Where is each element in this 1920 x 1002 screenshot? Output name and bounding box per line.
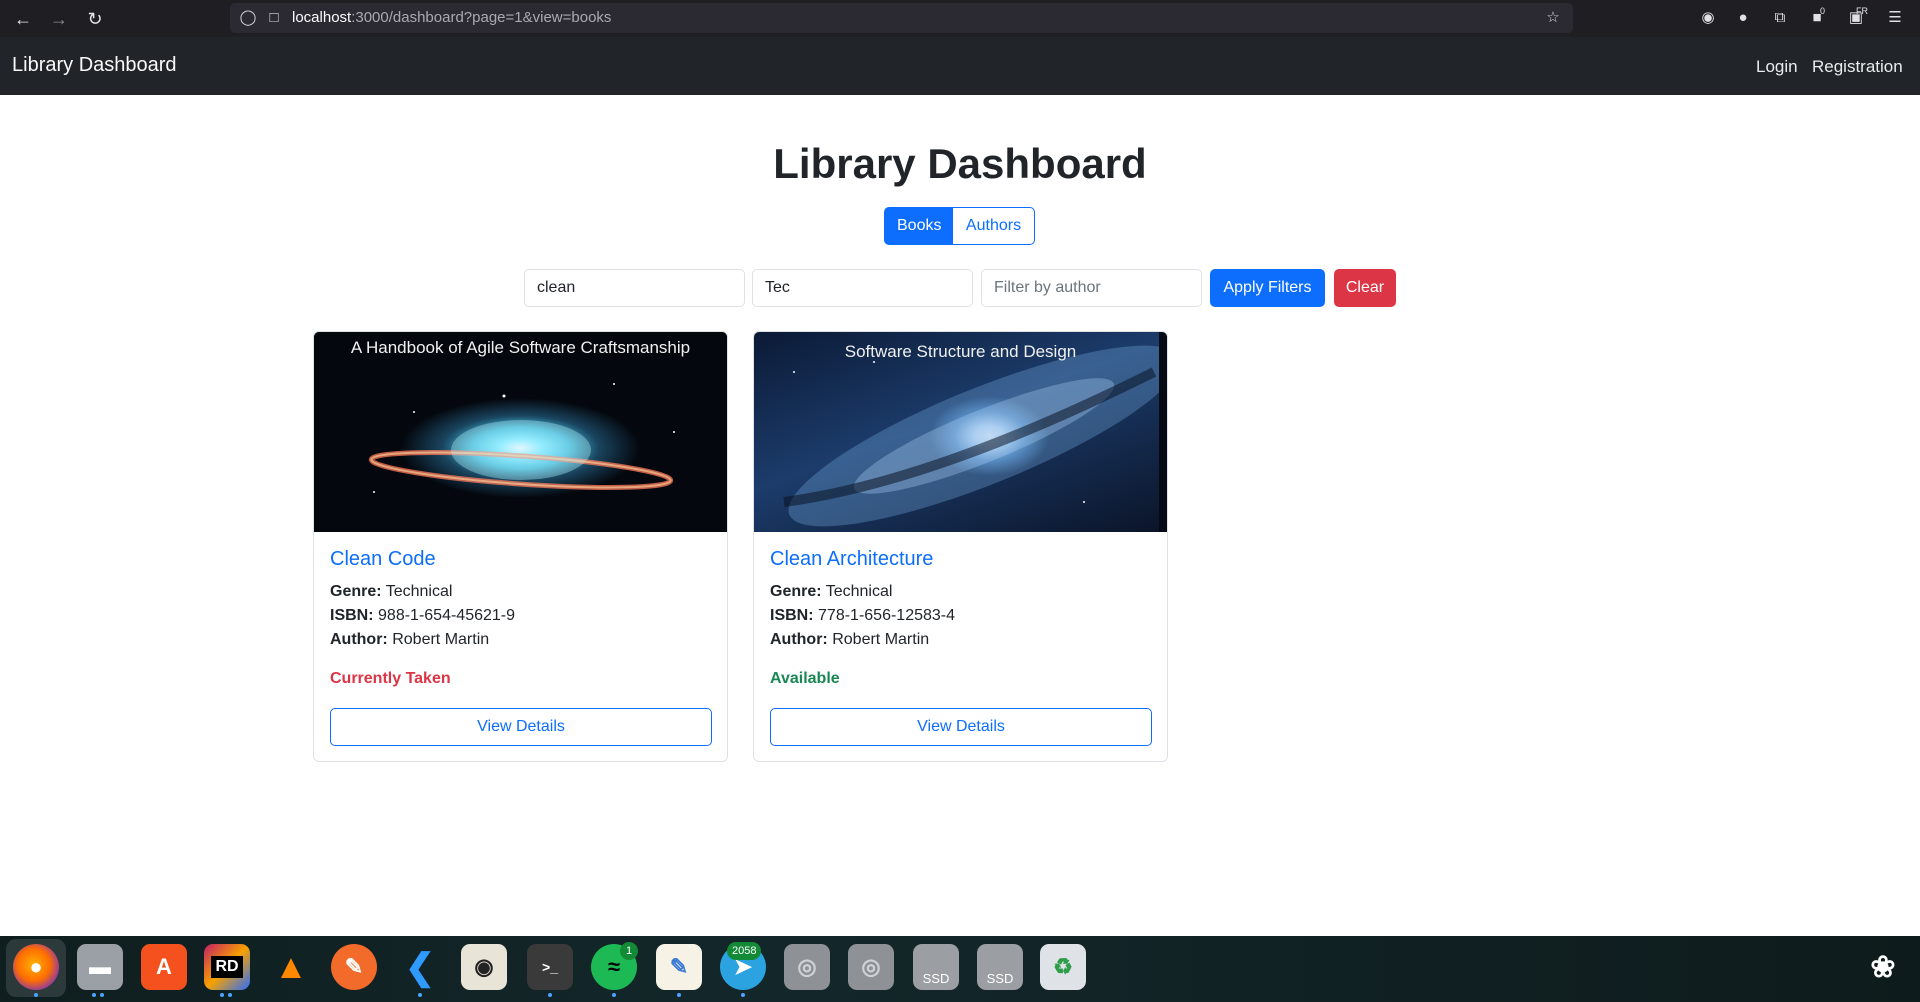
isbn-label: ISBN: [330, 607, 374, 624]
genre-filter-input[interactable] [752, 269, 973, 307]
extension-badge-icon[interactable]: ■ 0 [1806, 6, 1828, 29]
extension-fr-icon[interactable]: ▣ FR [1845, 6, 1868, 29]
book-isbn: ISBN: 988-1-654-45621-9 [330, 607, 515, 625]
vscode-icon[interactable]: ❮ [397, 944, 443, 990]
files-icon[interactable]: ▬ [77, 944, 123, 990]
ssd-icon[interactable]: SSD [913, 944, 959, 990]
telegram-badge: 2058 [727, 942, 762, 960]
book-isbn: ISBN: 778-1-656-12583-4 [770, 607, 955, 625]
app-center-icon[interactable]: A [141, 944, 187, 990]
extension-badge-count: 0 [1820, 6, 1826, 16]
clear-button[interactable]: Clear [1334, 269, 1396, 307]
url-path: :3000/dashboard?page=1&view=books [351, 9, 612, 26]
cover-caption: Software Structure and Design [844, 342, 1077, 361]
navbar-brand[interactable]: Library Dashboard [12, 54, 177, 77]
extensions-icon[interactable]: ⧉ [1769, 7, 1791, 29]
rider-icon[interactable]: RD [204, 944, 250, 990]
ssd-icon-2[interactable]: SSD [977, 944, 1023, 990]
rider-label: RD [211, 956, 243, 978]
running-indicator [418, 993, 422, 997]
isbn-value: 778-1-656-12583-4 [818, 607, 956, 624]
book-status: Available [770, 670, 840, 687]
disk-icon-2[interactable]: ◎ [848, 944, 894, 990]
view-details-button[interactable]: View Details [770, 708, 1152, 746]
browser-toolbar: ← → ↻ ◯ □ localhost:3000/dashboard?page=… [0, 0, 1920, 37]
text-editor-icon[interactable]: ✎ [656, 944, 702, 990]
tab-books[interactable]: Books [884, 207, 953, 245]
forward-icon[interactable]: → [46, 6, 72, 32]
star-icon[interactable]: ☆ [1543, 8, 1563, 28]
book-card: Software Structure and Design Clean Arch… [753, 331, 1168, 762]
terminal-icon[interactable]: >_ [527, 944, 573, 990]
book-genre: Genre: Technical [770, 583, 892, 601]
firefox-icon[interactable]: ● [13, 944, 59, 990]
book-card: A Handbook of Agile Software Craftsmansh… [313, 331, 728, 762]
login-link[interactable]: Login [1756, 57, 1798, 77]
extension-fr-label: FR [1856, 6, 1868, 16]
genre-label: Genre: [330, 583, 382, 600]
book-author: Author: Robert Martin [330, 631, 489, 649]
title-filter-input[interactable] [524, 269, 745, 307]
back-icon[interactable]: ← [10, 6, 36, 32]
url-host: localhost [292, 9, 352, 26]
running-indicator [228, 993, 232, 997]
taskbar-dock: ● ▬ A RD ▲ ✎ ❮ ◉ >_ ≈ 1 ✎ ➤ 2058 ◎ ◎ SSD… [0, 936, 1920, 1002]
book-status: Currently Taken [330, 670, 451, 687]
author-value: Robert Martin [832, 631, 930, 648]
running-indicator [741, 993, 745, 997]
author-value: Robert Martin [392, 631, 490, 648]
spotify-badge: 1 [620, 942, 638, 960]
running-indicator [677, 993, 681, 997]
menu-icon[interactable]: ☰ [1884, 7, 1906, 29]
galaxy-graphic [783, 332, 1167, 532]
running-indicator [548, 993, 552, 997]
book-title-link[interactable]: Clean Architecture [770, 548, 933, 571]
author-label: Author: [330, 631, 388, 648]
ssd-label: SSD [986, 971, 1014, 986]
view-toggle: Books Authors [884, 207, 1035, 245]
book-title-link[interactable]: Clean Code [330, 548, 436, 571]
rhythmbox-icon[interactable]: ◉ [461, 944, 507, 990]
registration-link[interactable]: Registration [1812, 57, 1903, 77]
account-icon[interactable]: ● [1732, 7, 1754, 29]
apply-filters-button[interactable]: Apply Filters [1210, 269, 1325, 307]
isbn-label: ISBN: [770, 607, 814, 624]
book-author: Author: Robert Martin [770, 631, 929, 649]
inkscape-icon[interactable]: ✎ [331, 944, 377, 990]
running-indicator [220, 993, 224, 997]
disk-icon[interactable]: ◎ [784, 944, 830, 990]
reload-icon[interactable]: ↻ [82, 6, 108, 32]
address-bar[interactable]: ◯ □ localhost:3000/dashboard?page=1&view… [230, 3, 1573, 33]
trash-icon[interactable]: ♻ [1040, 944, 1086, 990]
running-indicator [100, 993, 104, 997]
author-filter-input[interactable] [981, 269, 1202, 307]
isbn-value: 988-1-654-45621-9 [378, 607, 516, 624]
app-navbar: Library Dashboard Login Registration [0, 37, 1920, 95]
running-indicator [612, 993, 616, 997]
page-title: Library Dashboard [773, 140, 1147, 187]
shield-icon[interactable]: ◯ [238, 8, 258, 28]
galaxy-graphic [368, 383, 675, 493]
author-label: Author: [770, 631, 828, 648]
page-icon: □ [269, 9, 279, 26]
vlc-icon[interactable]: ▲ [268, 944, 314, 990]
pocket-icon[interactable]: ◉ [1697, 7, 1719, 29]
ssd-label: SSD [922, 971, 950, 986]
running-indicator [92, 993, 96, 997]
cover-caption: A Handbook of Agile Software Craftsmansh… [350, 338, 691, 357]
ubuntu-logo-icon[interactable]: ❀ [1860, 944, 1906, 990]
tab-authors[interactable]: Authors [952, 207, 1035, 245]
book-cover-image: Software Structure and Design [754, 332, 1167, 532]
genre-value: Technical [385, 583, 453, 600]
book-cover-image: A Handbook of Agile Software Craftsmansh… [314, 332, 727, 532]
genre-label: Genre: [770, 583, 822, 600]
genre-value: Technical [825, 583, 893, 600]
url-text[interactable]: localhost:3000/dashboard?page=1&view=boo… [292, 9, 611, 26]
view-details-button[interactable]: View Details [330, 708, 712, 746]
running-indicator [34, 993, 38, 997]
book-genre: Genre: Technical [330, 583, 452, 601]
